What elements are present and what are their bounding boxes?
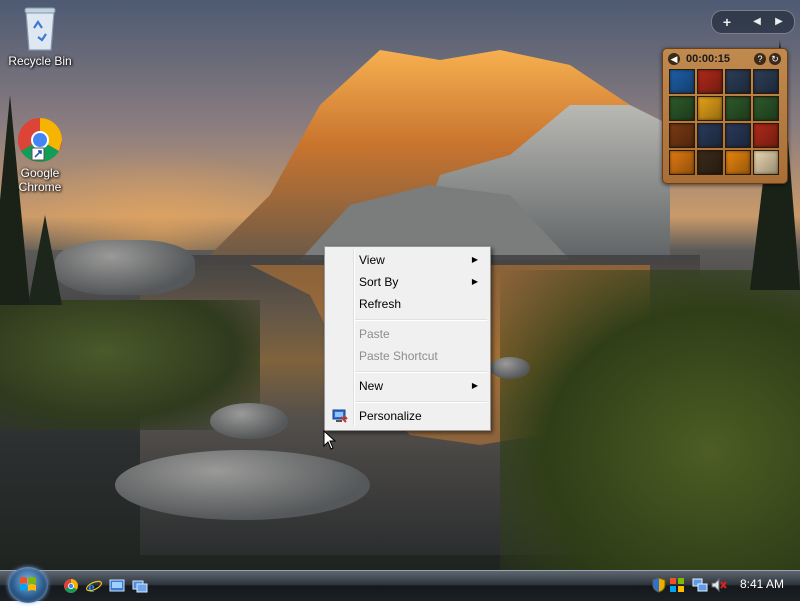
wallpaper-rock	[55, 240, 195, 295]
desktop-icon-recycle-bin[interactable]: Recycle Bin	[2, 4, 78, 68]
mouse-cursor-icon	[323, 430, 337, 450]
next-icon[interactable]: ▶	[768, 13, 790, 31]
puzzle-header: ◀ 00:00:15 ? ↻	[666, 52, 784, 67]
wallpaper-rock	[115, 450, 370, 520]
puzzle-tile[interactable]	[669, 69, 695, 94]
previous-icon[interactable]: ◀	[746, 13, 768, 31]
volume-muted-icon[interactable]	[711, 577, 727, 593]
help-icon[interactable]: ?	[754, 53, 766, 65]
wallpaper-rock	[490, 357, 530, 379]
windows-update-icon[interactable]	[669, 577, 685, 593]
picture-puzzle-gadget[interactable]: ◀ 00:00:15 ? ↻	[662, 48, 788, 184]
puzzle-tile[interactable]	[669, 123, 695, 148]
wallpaper-rock	[210, 403, 288, 439]
puzzle-tile[interactable]	[669, 96, 695, 121]
puzzle-tile[interactable]	[697, 69, 723, 94]
desktop[interactable]: Recycle Bin Google Chrome + ◀ ▶ ◀ 00:00:…	[0, 0, 800, 570]
chrome-icon	[18, 118, 62, 162]
add-gadget-icon[interactable]: +	[716, 13, 738, 31]
puzzle-tile[interactable]	[725, 123, 751, 148]
menu-item-label: Paste	[359, 327, 390, 341]
submenu-arrow-icon: ▶	[471, 255, 478, 264]
desktop-context-menu: View ▶ Sort By ▶ Refresh Paste Paste Sho…	[324, 246, 491, 431]
chrome-icon[interactable]	[63, 578, 79, 594]
taskbar-clock[interactable]: 8:41 AM	[740, 577, 784, 591]
menu-separator	[355, 371, 487, 373]
start-button[interactable]	[8, 567, 48, 603]
back-icon[interactable]: ◀	[668, 53, 680, 65]
puzzle-tile[interactable]	[753, 150, 779, 175]
sidebar-controls: + ◀ ▶	[711, 10, 795, 34]
menu-separator	[355, 401, 487, 403]
puzzle-timer: 00:00:15	[686, 53, 731, 65]
wallpaper-mountain	[210, 50, 670, 260]
puzzle-tile[interactable]	[753, 96, 779, 121]
puzzle-tile[interactable]	[725, 69, 751, 94]
menu-item-label: New	[359, 379, 384, 393]
show-desktop-icon[interactable]	[109, 578, 125, 594]
menu-item-paste-shortcut[interactable]: Paste Shortcut	[327, 345, 488, 367]
menu-item-label: Sort By	[359, 275, 399, 289]
menu-item-view[interactable]: View ▶	[327, 249, 488, 271]
puzzle-tile[interactable]	[725, 96, 751, 121]
menu-item-label: Personalize	[359, 409, 422, 423]
security-shield-icon[interactable]	[652, 577, 666, 593]
menu-item-personalize[interactable]: Personalize	[327, 405, 488, 427]
system-tray: 8:41 AM	[640, 573, 800, 599]
submenu-arrow-icon: ▶	[471, 277, 478, 286]
puzzle-tile[interactable]	[697, 96, 723, 121]
puzzle-tile[interactable]	[697, 150, 723, 175]
puzzle-tile[interactable]	[669, 150, 695, 175]
menu-item-label: Paste Shortcut	[359, 349, 438, 363]
puzzle-tile[interactable]	[753, 69, 779, 94]
menu-item-label: Refresh	[359, 297, 402, 311]
recycle-bin-icon	[24, 7, 56, 51]
menu-separator	[355, 319, 487, 321]
puzzle-tile[interactable]	[697, 123, 723, 148]
menu-item-refresh[interactable]: Refresh	[327, 293, 488, 315]
desktop-icon-label: Recycle Bin	[8, 54, 72, 68]
submenu-arrow-icon: ▶	[471, 381, 478, 390]
pause-icon[interactable]: ↻	[769, 53, 781, 65]
internet-explorer-icon[interactable]: e	[86, 578, 102, 594]
desktop-icon-google-chrome[interactable]: Google Chrome	[2, 116, 78, 194]
personalize-icon	[332, 409, 348, 423]
menu-item-sort-by[interactable]: Sort By ▶	[327, 271, 488, 293]
menu-item-label: View	[359, 253, 385, 267]
windows-logo-icon	[20, 577, 36, 591]
puzzle-tile[interactable]	[725, 150, 751, 175]
network-icon[interactable]	[692, 577, 708, 593]
menu-item-new[interactable]: New ▶	[327, 375, 488, 397]
puzzle-tile[interactable]	[753, 123, 779, 148]
menu-item-paste[interactable]: Paste	[327, 323, 488, 345]
switch-windows-icon[interactable]	[132, 578, 148, 594]
taskbar: e 8:41 AM	[0, 567, 800, 603]
desktop-icon-label: Google Chrome	[18, 166, 62, 194]
wallpaper-grass-right	[500, 270, 800, 570]
puzzle-grid[interactable]	[669, 69, 781, 177]
